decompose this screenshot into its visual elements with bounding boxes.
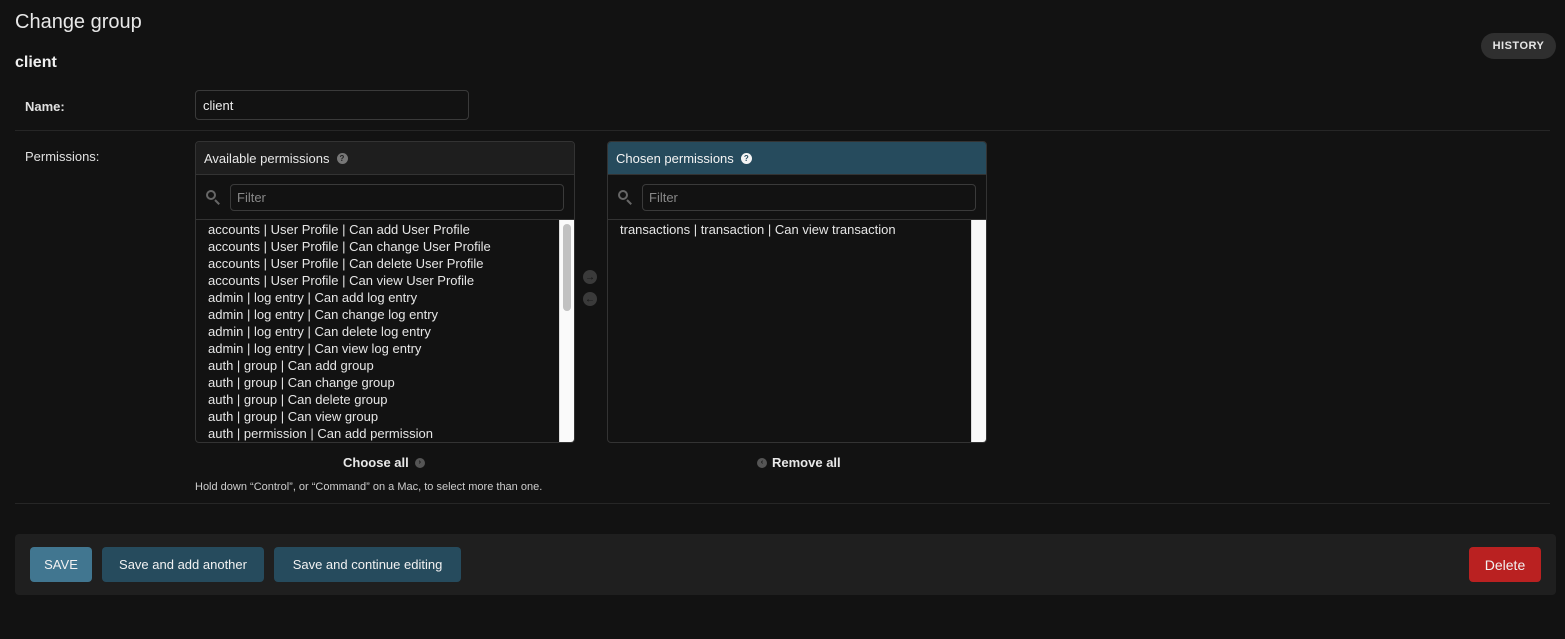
permission-option[interactable]: auth | permission | Can add permission <box>196 425 559 442</box>
available-permissions-header: Available permissions ? <box>196 142 574 175</box>
permission-option[interactable]: auth | group | Can change group <box>196 374 559 391</box>
question-circle-icon[interactable]: ? <box>336 152 348 164</box>
available-permissions-list[interactable]: accounts | User Profile | Can add User P… <box>196 220 574 442</box>
permission-option[interactable]: admin | log entry | Can delete log entry <box>196 323 559 340</box>
name-label: Name: <box>25 99 65 114</box>
permission-option[interactable]: admin | log entry | Can change log entry <box>196 306 559 323</box>
permission-option[interactable]: transactions | transaction | Can view tr… <box>608 221 971 238</box>
available-permissions-box: Available permissions ? accounts | User … <box>195 141 575 443</box>
divider <box>15 130 1550 131</box>
chosen-permissions-box: Chosen permissions ? transactions | tran… <box>607 141 987 443</box>
search-icon <box>616 188 634 206</box>
submit-row: SAVE Save and add another Save and conti… <box>15 534 1556 595</box>
divider <box>15 503 1550 504</box>
arrow-left-icon[interactable]: ← <box>583 292 597 306</box>
remove-all-link[interactable]: ‹ Remove all <box>757 455 841 470</box>
permission-option[interactable]: accounts | User Profile | Can view User … <box>196 272 559 289</box>
chosen-permissions-title: Chosen permissions <box>616 150 734 166</box>
help-text: Hold down “Control”, or “Command” on a M… <box>195 481 543 493</box>
move-buttons: → ← <box>583 270 599 316</box>
save-and-add-another-button[interactable]: Save and add another <box>102 547 264 582</box>
available-filter-input[interactable] <box>230 183 564 211</box>
chosen-permissions-header: Chosen permissions ? <box>608 142 986 175</box>
permission-option[interactable]: auth | group | Can view group <box>196 408 559 425</box>
object-name: client <box>15 54 57 71</box>
history-button[interactable]: HISTORY <box>1481 33 1556 59</box>
chosen-scrollbar[interactable] <box>971 220 986 442</box>
permissions-label: Permissions: <box>25 149 100 164</box>
permission-option[interactable]: accounts | User Profile | Can change Use… <box>196 238 559 255</box>
save-and-continue-button[interactable]: Save and continue editing <box>274 547 461 582</box>
permission-option[interactable]: admin | log entry | Can add log entry <box>196 289 559 306</box>
question-circle-icon[interactable]: ? <box>740 152 752 164</box>
choose-all-label: Choose all <box>343 455 409 470</box>
save-button[interactable]: SAVE <box>30 547 92 582</box>
choose-all-link[interactable]: Choose all › <box>343 455 425 470</box>
permission-option[interactable]: accounts | User Profile | Can add User P… <box>196 221 559 238</box>
available-permissions-title: Available permissions <box>204 150 330 166</box>
chosen-options: transactions | transaction | Can view tr… <box>608 220 971 442</box>
remove-all-label: Remove all <box>772 455 841 470</box>
permission-option[interactable]: accounts | User Profile | Can delete Use… <box>196 255 559 272</box>
chosen-filter-input[interactable] <box>642 183 976 211</box>
available-scrollbar[interactable] <box>559 220 574 442</box>
name-input[interactable] <box>195 90 469 120</box>
permission-option[interactable]: auth | group | Can add group <box>196 357 559 374</box>
permission-option[interactable]: auth | group | Can delete group <box>196 391 559 408</box>
scrollbar-thumb[interactable] <box>563 224 571 311</box>
search-icon <box>204 188 222 206</box>
chosen-filter-row <box>608 175 986 220</box>
available-options: accounts | User Profile | Can add User P… <box>196 220 559 442</box>
available-filter-row <box>196 175 574 220</box>
delete-button[interactable]: Delete <box>1469 547 1541 582</box>
arrow-right-icon[interactable]: → <box>583 270 597 284</box>
page-title: Change group <box>15 11 142 33</box>
chevron-left-icon: ‹ <box>757 457 767 468</box>
permission-option[interactable]: admin | log entry | Can view log entry <box>196 340 559 357</box>
chosen-permissions-list[interactable]: transactions | transaction | Can view tr… <box>608 220 986 442</box>
chevron-right-icon: › <box>414 457 425 468</box>
